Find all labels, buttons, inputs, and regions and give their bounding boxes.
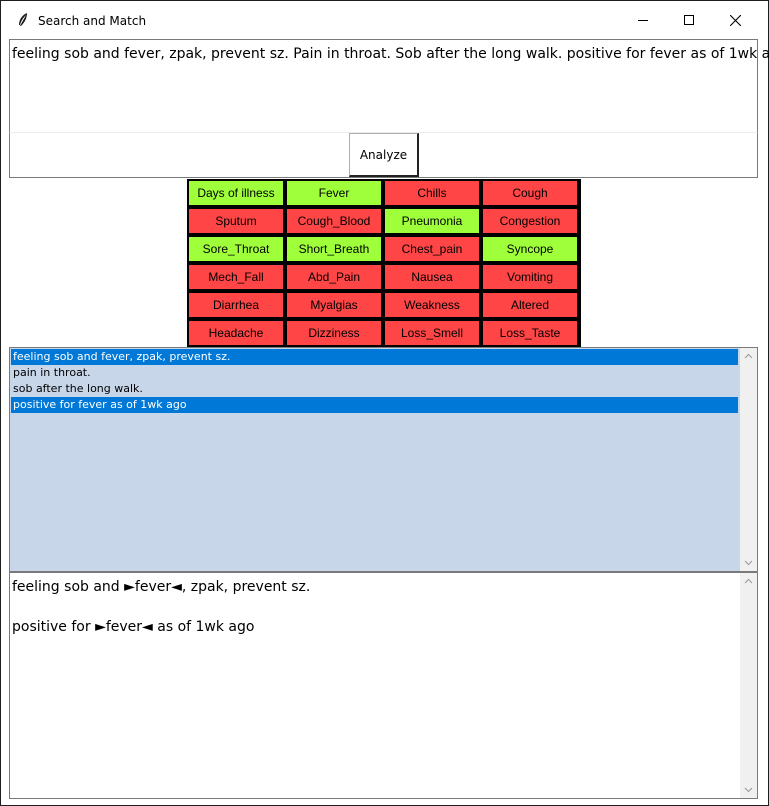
- list-item[interactable]: positive for fever as of 1wk ago: [11, 397, 738, 413]
- symptom-cell[interactable]: Pneumonia: [384, 208, 480, 234]
- symptom-cell[interactable]: Chest_pain: [384, 236, 480, 262]
- app-window: Search and Match feeling sob and fever, …: [0, 0, 769, 806]
- symptom-cell[interactable]: Altered: [482, 292, 578, 318]
- scroll-up-icon[interactable]: [744, 577, 753, 586]
- symptom-cell[interactable]: Myalgias: [286, 292, 382, 318]
- symptom-cell[interactable]: Vomiting: [482, 264, 578, 290]
- note-input-text: feeling sob and fever, zpak, prevent sz.…: [12, 46, 769, 62]
- scroll-down-icon[interactable]: [744, 558, 753, 567]
- sentence-list[interactable]: feeling sob and fever, zpak, prevent sz.…: [9, 347, 758, 572]
- symptom-cell[interactable]: Abd_Pain: [286, 264, 382, 290]
- symptom-cell[interactable]: Loss_Smell: [384, 320, 480, 346]
- list-item[interactable]: feeling sob and fever, zpak, prevent sz.: [11, 349, 738, 365]
- symptom-cell[interactable]: Chills: [384, 180, 480, 206]
- list-item[interactable]: pain in throat.: [11, 365, 738, 381]
- list-item[interactable]: sob after the long walk.: [11, 381, 738, 397]
- symptom-cell[interactable]: Diarrhea: [188, 292, 284, 318]
- minimize-icon: [638, 20, 648, 21]
- symptom-cell[interactable]: Nausea: [384, 264, 480, 290]
- scroll-up-icon[interactable]: [744, 352, 753, 361]
- results-scrollbar[interactable]: [740, 573, 757, 798]
- result-line: feeling sob and ►fever◄, zpak, prevent s…: [12, 579, 311, 595]
- symptom-cell[interactable]: Cough: [482, 180, 578, 206]
- scroll-down-icon[interactable]: [744, 785, 753, 794]
- symptom-cell[interactable]: Short_Breath: [286, 236, 382, 262]
- symptom-cell[interactable]: Mech_Fall: [188, 264, 284, 290]
- symptom-cell[interactable]: Days of illness: [188, 180, 284, 206]
- symptom-cell[interactable]: Sputum: [188, 208, 284, 234]
- symptom-cell[interactable]: Dizziness: [286, 320, 382, 346]
- symptom-cell[interactable]: Loss_Taste: [482, 320, 578, 346]
- note-input[interactable]: feeling sob and fever, zpak, prevent sz.…: [9, 39, 769, 132]
- symptom-cell[interactable]: Congestion: [482, 208, 578, 234]
- symptom-cell[interactable]: Cough_Blood: [286, 208, 382, 234]
- symptom-cell[interactable]: Fever: [286, 180, 382, 206]
- analyze-button[interactable]: Analyze: [349, 133, 419, 177]
- result-line: positive for ►fever◄ as of 1wk ago: [12, 619, 255, 635]
- minimize-button[interactable]: [620, 1, 666, 39]
- symptom-cell[interactable]: Syncope: [482, 236, 578, 262]
- sentence-list-scrollbar[interactable]: [740, 348, 757, 571]
- maximize-icon: [684, 15, 694, 25]
- maximize-button[interactable]: [666, 1, 712, 39]
- close-button[interactable]: [712, 1, 758, 39]
- symptom-grid: Days of illness Fever Chills Cough Sputum Cou…: [187, 179, 581, 347]
- symptom-cell[interactable]: Headache: [188, 320, 284, 346]
- symptom-cell[interactable]: Sore_Throat: [188, 236, 284, 262]
- button-bar: Analyze: [9, 132, 758, 178]
- feather-icon: [19, 13, 27, 26]
- close-icon: [729, 14, 741, 26]
- title-bar[interactable]: Search and Match: [1, 1, 768, 39]
- symptom-cell[interactable]: Weakness: [384, 292, 480, 318]
- match-results[interactable]: feeling sob and ►fever◄, zpak, prevent s…: [9, 572, 758, 799]
- window-title: Search and Match: [38, 14, 147, 28]
